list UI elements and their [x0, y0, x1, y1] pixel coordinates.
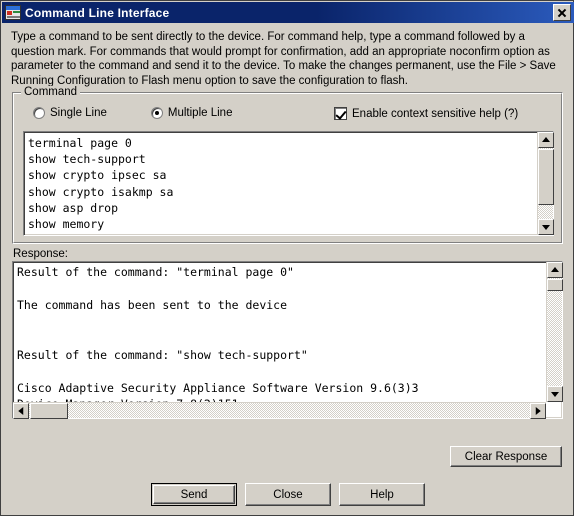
line-mode-radio-group: Single Line Multiple Line: [33, 107, 276, 119]
window-title: Command Line Interface: [25, 5, 170, 20]
send-button[interactable]: Send: [151, 483, 237, 506]
send-button-label: Send: [180, 488, 208, 501]
scroll-down-arrow-icon: [542, 225, 550, 230]
command-input-textarea[interactable]: terminal page 0 show tech-support show c…: [23, 131, 554, 236]
scroll-up-arrow-icon: [542, 137, 550, 142]
response-text[interactable]: Result of the command: "terminal page 0"…: [17, 264, 544, 413]
context-help-label: Enable context sensitive help (?): [352, 107, 519, 120]
response-label: Response:: [13, 248, 68, 260]
titlebar: Command Line Interface: [2, 2, 574, 23]
scroll-left-arrow-icon: [18, 407, 24, 415]
response-horizontal-scrollbar[interactable]: [13, 402, 546, 419]
response-scroll-up-button[interactable]: [547, 262, 563, 278]
command-scroll-thumb[interactable]: [538, 149, 554, 205]
radio-multiple-line[interactable]: Multiple Line: [150, 107, 233, 119]
radio-multiple-line-mark: [150, 107, 163, 119]
scroll-right-arrow-icon: [535, 407, 541, 415]
context-help-checkbox-row[interactable]: Enable context sensitive help (?): [334, 107, 518, 120]
response-textarea[interactable]: Result of the command: "terminal page 0"…: [12, 261, 563, 419]
response-scroll-right-button[interactable]: [530, 403, 546, 419]
cli-window-icon: [5, 5, 21, 20]
command-scroll-up-button[interactable]: [538, 132, 554, 148]
instructions-text: Type a command to be sent directly to th…: [11, 31, 556, 87]
context-help-checkbox[interactable]: [334, 107, 347, 120]
command-input-text[interactable]: terminal page 0 show tech-support show c…: [28, 135, 535, 232]
radio-single-line-label: Single Line: [50, 107, 107, 119]
command-scroll-down-button[interactable]: [538, 219, 554, 235]
command-groupbox-legend: Command: [21, 86, 81, 98]
radio-multiple-line-label: Multiple Line: [167, 107, 233, 119]
response-vertical-scrollbar[interactable]: [546, 262, 563, 402]
response-scroll-thumb[interactable]: [547, 279, 563, 291]
scroll-up-arrow-icon: [551, 267, 559, 272]
close-button[interactable]: Close: [245, 483, 331, 506]
radio-single-line[interactable]: Single Line: [33, 107, 107, 119]
radio-single-line-mark: [33, 107, 45, 119]
command-line-interface-dialog: Command Line Interface Type a command to…: [0, 0, 574, 516]
scroll-down-arrow-icon: [551, 392, 559, 397]
command-groupbox: Command Single Line Multiple Line Enable…: [12, 86, 563, 244]
close-icon[interactable]: [553, 4, 571, 21]
clear-response-button[interactable]: Clear Response: [450, 446, 562, 467]
help-button[interactable]: Help: [339, 483, 425, 506]
response-scroll-down-button[interactable]: [547, 386, 563, 402]
response-scroll-left-button[interactable]: [13, 403, 29, 419]
response-hscroll-thumb[interactable]: [30, 403, 68, 419]
command-vertical-scrollbar[interactable]: [537, 132, 554, 235]
